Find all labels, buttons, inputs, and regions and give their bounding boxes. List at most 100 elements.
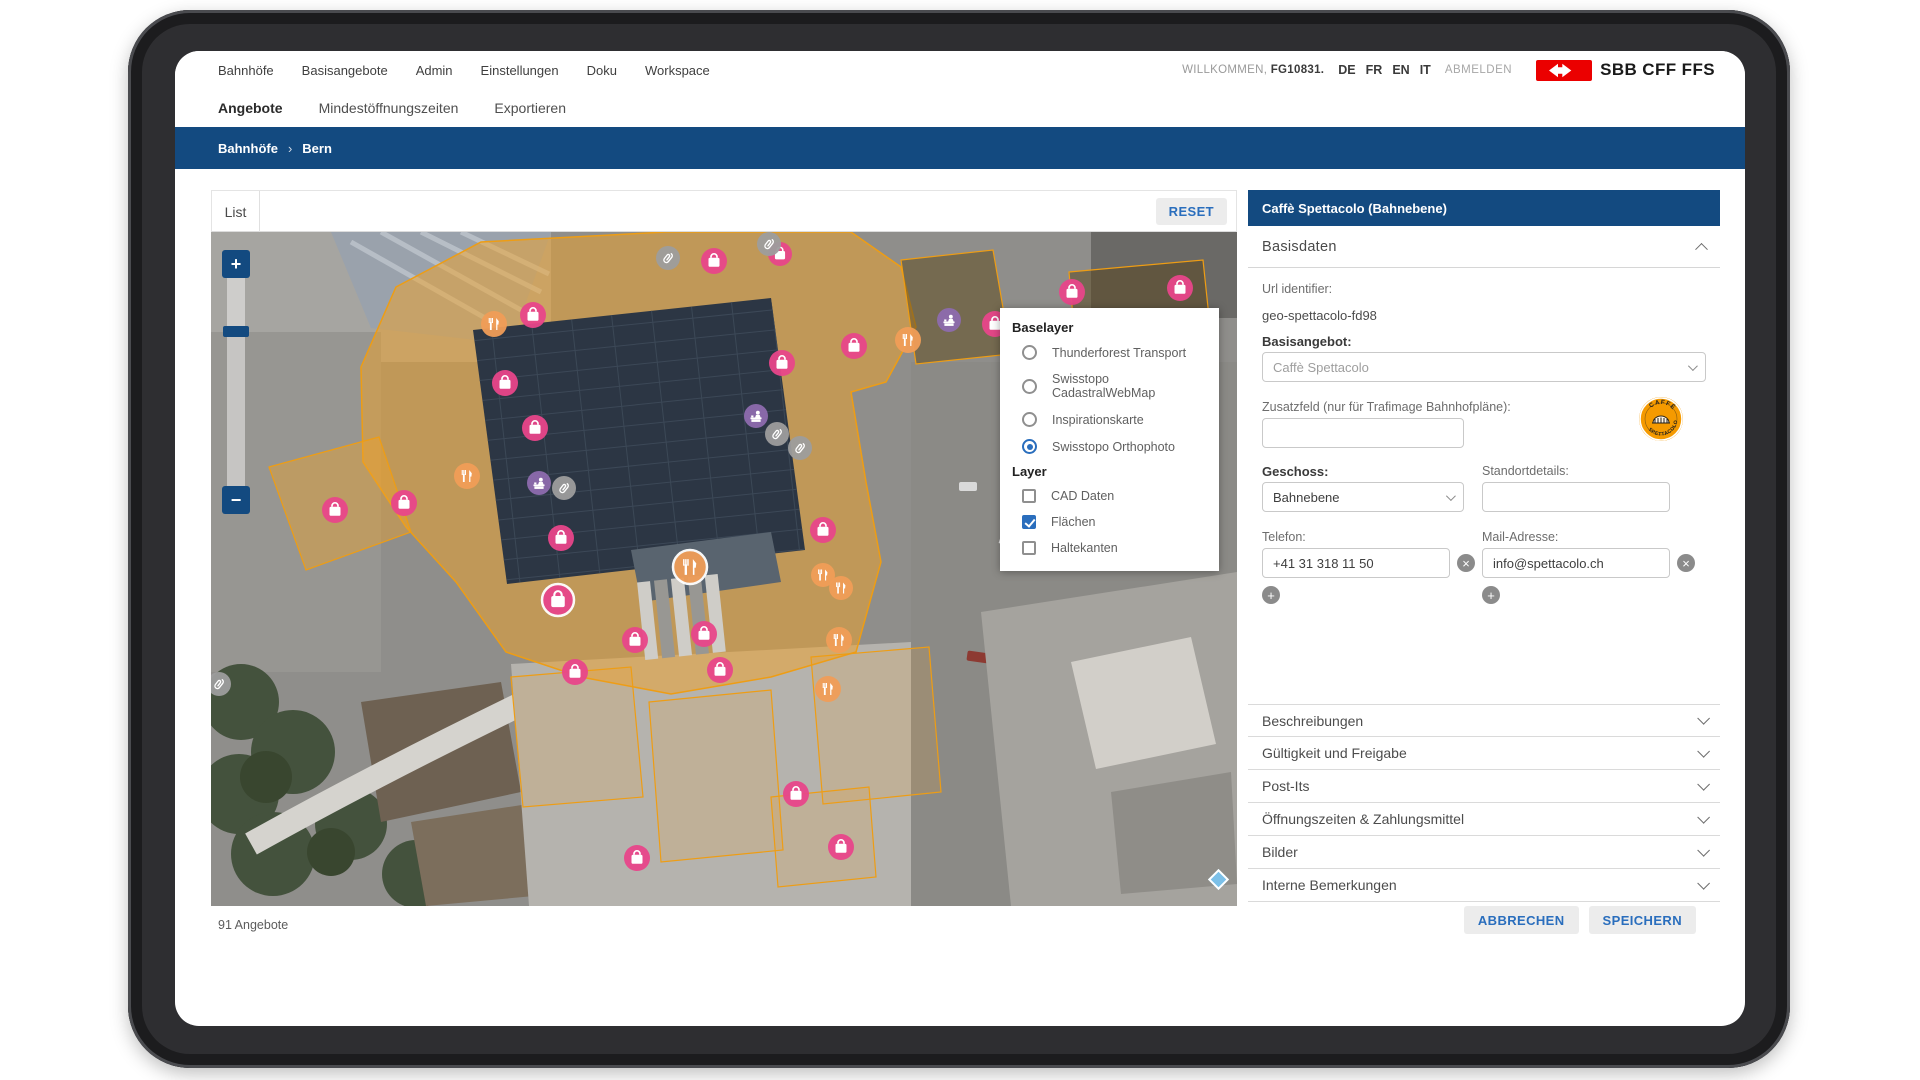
radio-icon[interactable] [1022,379,1037,394]
shop-marker[interactable] [828,834,854,860]
map-view[interactable]: + − Baselayer Thunderforest TransportSwi… [211,232,1237,906]
food-marker[interactable] [454,463,480,489]
zoom-in-button[interactable]: + [222,250,250,278]
telefon-add-icon[interactable]: + [1262,586,1280,604]
accordion-post-its[interactable]: Post-Its [1248,770,1720,803]
sub-menu-item-exportieren[interactable]: Exportieren [494,100,566,116]
language-fr[interactable]: FR [1366,63,1383,77]
shop-marker[interactable] [522,415,548,441]
shop-marker[interactable] [492,370,518,396]
mail-clear-icon[interactable]: × [1677,554,1695,572]
clip-marker[interactable] [757,232,781,256]
service-marker[interactable] [937,308,961,332]
food-marker[interactable] [829,576,853,600]
chevron-down-icon [1697,712,1710,725]
accordion-label: Gültigkeit und Freigabe [1262,745,1407,761]
main-menu-item-workspace[interactable]: Workspace [645,63,710,78]
language-it[interactable]: IT [1420,63,1431,77]
shop-marker[interactable] [810,517,836,543]
basisangebot-value: Caffè Spettacolo [1273,360,1369,375]
baselayer-option[interactable]: Swisstopo Orthophoto [1000,433,1219,460]
main-menu-item-doku[interactable]: Doku [587,63,617,78]
shop-marker[interactable] [701,248,727,274]
clip-marker[interactable] [788,436,812,460]
breadcrumb-root[interactable]: Bahnhöfe [218,141,278,156]
shop-marker[interactable] [769,350,795,376]
shop-marker[interactable] [542,584,574,616]
language-switcher: DE FR EN IT [1338,63,1431,77]
section-basisdaten[interactable]: Basisdaten [1248,226,1720,268]
language-de[interactable]: DE [1338,63,1355,77]
accordion-gültigkeit-und-freigabe[interactable]: Gültigkeit und Freigabe [1248,737,1720,770]
checkbox-icon[interactable] [1022,489,1036,503]
baselayer-option[interactable]: Inspirationskarte [1000,406,1219,433]
telefon-label: Telefon: [1262,530,1306,544]
food-marker[interactable] [895,327,921,353]
checkbox-icon[interactable] [1022,515,1036,529]
service-marker[interactable] [744,404,768,428]
chevron-up-icon [1695,243,1708,256]
zoom-out-button[interactable]: − [222,486,250,514]
mail-add-icon[interactable]: + [1482,586,1500,604]
shop-marker[interactable] [391,490,417,516]
shop-marker[interactable] [1167,275,1193,301]
baselayer-option[interactable]: Swisstopo CadastralWebMap [1000,366,1219,406]
zusatzfeld-input[interactable] [1262,418,1464,448]
list-tab[interactable]: List [212,191,260,232]
clip-marker[interactable] [552,476,576,500]
basisangebot-select[interactable]: Caffè Spettacolo [1262,352,1706,382]
food-marker[interactable] [673,550,707,584]
accordion-bilder[interactable]: Bilder [1248,836,1720,869]
language-en[interactable]: EN [1392,63,1409,77]
shop-marker[interactable] [562,659,588,685]
shop-marker[interactable] [783,781,809,807]
layer-option-label: Haltekanten [1051,541,1118,555]
food-marker[interactable] [481,311,507,337]
sub-menu-item-angebote[interactable]: Angebote [218,100,283,116]
shop-marker[interactable] [841,333,867,359]
standortdetails-input[interactable] [1482,482,1670,512]
shop-marker[interactable] [622,627,648,653]
shop-marker[interactable] [707,657,733,683]
radio-icon[interactable] [1022,439,1037,454]
service-marker[interactable] [527,471,551,495]
shop-marker[interactable] [1059,279,1085,305]
logout-link[interactable]: ABMELDEN [1445,64,1512,76]
layer-option[interactable]: Flächen [1000,509,1219,535]
checkbox-icon[interactable] [1022,541,1036,555]
radio-icon[interactable] [1022,412,1037,427]
food-marker[interactable] [826,627,852,653]
shop-marker[interactable] [520,302,546,328]
zoom-slider-track[interactable] [227,278,245,486]
clip-marker[interactable] [656,246,680,270]
geschoss-select[interactable]: Bahnebene [1262,482,1464,512]
radio-icon[interactable] [1022,345,1037,360]
telefon-clear-icon[interactable]: × [1457,554,1475,572]
accordion-öffnungszeiten-zahlungsmittel[interactable]: Öffnungszeiten & Zahlungsmittel [1248,803,1720,836]
telefon-input[interactable] [1262,548,1450,578]
clip-marker[interactable] [765,422,789,446]
shop-marker[interactable] [548,525,574,551]
shop-marker[interactable] [322,497,348,523]
layer-option[interactable]: Haltekanten [1000,535,1219,561]
main-menu-item-admin[interactable]: Admin [416,63,453,78]
sbb-wordmark: SBB CFF FFS [1600,60,1715,80]
accordion-interne-bemerkungen[interactable]: Interne Bemerkungen [1248,869,1720,902]
cancel-button[interactable]: ABBRECHEN [1464,906,1579,934]
mail-input[interactable] [1482,548,1670,578]
shop-marker[interactable] [624,845,650,871]
layer-option[interactable]: CAD Daten [1000,483,1219,509]
sub-menu-item-mindestöffnungszeiten[interactable]: Mindestöffnungszeiten [319,100,459,116]
save-button[interactable]: SPEICHERN [1589,906,1696,934]
accordion-label: Beschreibungen [1262,713,1363,729]
main-menu-item-basisangebote[interactable]: Basisangebote [302,63,388,78]
zoom-slider-handle[interactable] [223,326,249,337]
main-menu-item-bahnhöfe[interactable]: Bahnhöfe [218,63,274,78]
breadcrumb-current: Bern [302,141,332,156]
main-menu-item-einstellungen[interactable]: Einstellungen [481,63,559,78]
baselayer-option[interactable]: Thunderforest Transport [1000,339,1219,366]
food-marker[interactable] [815,676,841,702]
reset-button[interactable]: RESET [1156,198,1227,225]
accordion-beschreibungen[interactable]: Beschreibungen [1248,704,1720,737]
shop-marker[interactable] [691,621,717,647]
